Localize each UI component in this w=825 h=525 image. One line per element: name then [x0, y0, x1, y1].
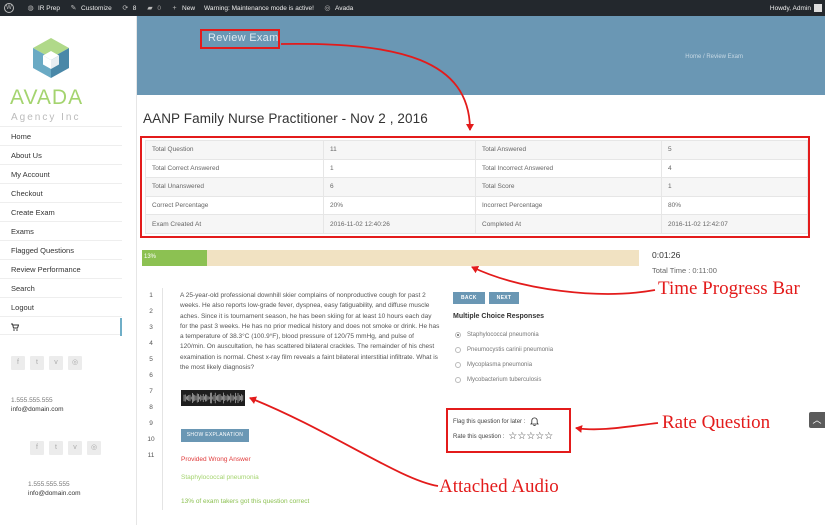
annotation-time-progress: Time Progress Bar: [658, 278, 800, 299]
annotation-rate-question: Rate Question: [662, 412, 771, 433]
annotation-attached-audio: Attached Audio: [439, 476, 559, 497]
page-root: W ◍ IR Prep ✎ Customize ⟳ 8 ▰ 0 + New Warning…: [0, 0, 825, 525]
annotation-arrows: [249, 42, 659, 487]
